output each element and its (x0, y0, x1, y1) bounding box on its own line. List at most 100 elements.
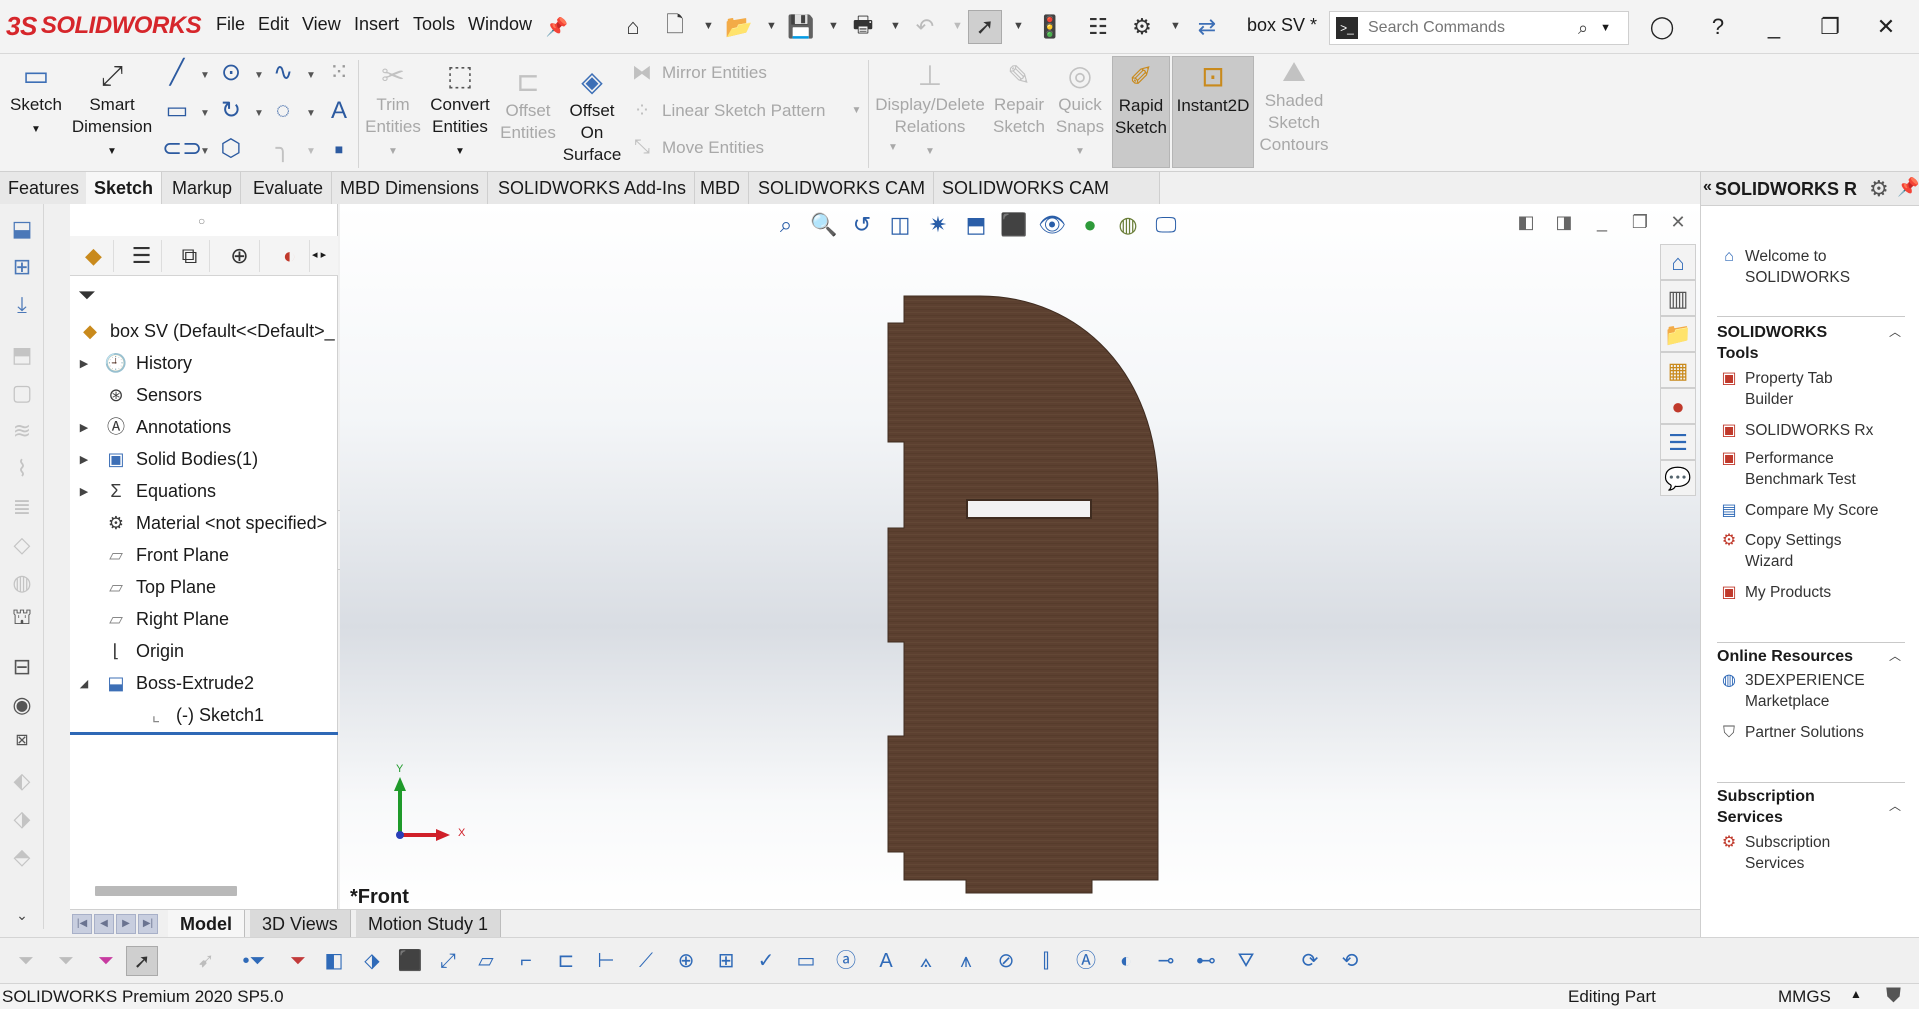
revolved-cut-icon[interactable]: ▢ (7, 378, 37, 408)
filter-centerline-icon[interactable]: ⊕ (670, 946, 702, 976)
dome-icon[interactable]: ⬘ (7, 842, 37, 872)
rectangle-icon[interactable]: ▭ (162, 96, 192, 126)
tree-item-boss-extrude2[interactable]: ◢ ⬓ Boss-Extrude2 (76, 668, 254, 698)
custom-properties-tab-icon[interactable]: ☰ (1660, 424, 1696, 460)
new-document-icon[interactable]: 🗋 (658, 10, 692, 44)
filter-blocks-icon[interactable]: ⫿ (1030, 946, 1062, 976)
restore-icon[interactable]: ❐ (1810, 10, 1850, 44)
clear-filters-icon[interactable]: ⏷ (50, 946, 82, 976)
spline-icon[interactable]: ∿ (268, 58, 298, 88)
filter-surface-finish-icon[interactable]: ✓ (750, 946, 782, 976)
save-icon[interactable]: 💾 (784, 10, 818, 44)
collapse-pane-icon[interactable]: « (1703, 178, 1712, 196)
options-gear-icon[interactable]: ⚙ (1125, 10, 1159, 44)
file-explorer-tab-icon[interactable]: 📁 (1660, 316, 1696, 352)
rapid-sketch-button[interactable]: ✐ Rapid Sketch (1112, 56, 1170, 168)
filter-dimensions-icon[interactable]: ⊞ (710, 946, 742, 976)
instant3d-icon[interactable]: ⊠ (7, 726, 37, 756)
sketch-button[interactable]: ▭ Sketch ▼ (6, 60, 66, 141)
tree-item-sensors[interactable]: ⊛ Sensors (76, 380, 202, 410)
line-caret-icon[interactable]: ▼ (200, 70, 210, 81)
filter-more-icon[interactable]: ⟲ (1334, 946, 1366, 976)
undo-caret-icon[interactable]: ▼ (952, 20, 963, 32)
quick-tips-icon[interactable]: ⛊ (1886, 985, 1901, 1008)
filter-weld-symbols-icon[interactable]: ⟑ (910, 946, 942, 976)
slot-caret-icon[interactable]: ▼ (200, 146, 210, 157)
menu-window[interactable]: Window (468, 14, 532, 35)
tab-model[interactable]: Model (168, 910, 245, 938)
polygon-icon[interactable]: ⬡ (216, 134, 246, 164)
text-icon[interactable]: A (324, 96, 354, 126)
new-caret-icon[interactable]: ▼ (703, 20, 714, 32)
tab-features[interactable]: Features (0, 172, 89, 204)
revolved-boss-icon[interactable]: ⊞ (7, 252, 37, 282)
menu-file[interactable]: File (216, 14, 245, 35)
copy-settings-wizard-link[interactable]: ⚙ Copy Settings Wizard (1717, 530, 1907, 572)
repair-sketch-button[interactable]: ✎ Repair Sketch (990, 60, 1048, 138)
display-delete-relations-button[interactable]: ⊥ Display/Delete Relations ▼ (872, 60, 988, 163)
select-all-filters-icon[interactable]: ⏷ (90, 946, 122, 976)
filter-sketch-segments-icon[interactable]: ⊏ (550, 946, 582, 976)
expand-icon[interactable]: ▶ (76, 421, 92, 434)
reference-geometry-icon[interactable]: ⊟ (7, 652, 37, 682)
curves-icon[interactable]: ◉ (7, 690, 37, 720)
tree-item-front-plane[interactable]: ▱ Front Plane (76, 540, 229, 570)
open-caret-icon[interactable]: ▼ (766, 20, 777, 32)
section-solidworks-tools[interactable]: SOLIDWORKS Tools ︿ (1717, 322, 1905, 364)
tab-solidworks-add-ins[interactable]: SOLIDWORKS Add-Ins (490, 172, 696, 204)
tab-markup[interactable]: Markup (164, 172, 242, 204)
filter-midpoints-icon[interactable]: ⊢ (590, 946, 622, 976)
fillet-feature-icon[interactable]: ◇ (7, 530, 37, 560)
filter-mate-icon[interactable]: ⟳ (1294, 946, 1326, 976)
task-pane-pin-icon[interactable]: 📌 (1897, 177, 1919, 198)
extruded-boss-icon[interactable]: ⬓ (7, 214, 37, 244)
filter-surface-bodies-icon[interactable]: ⬗ (356, 946, 388, 976)
tab-solidworks-cam-tbm[interactable]: SOLIDWORKS CAM TBM (934, 172, 1160, 230)
filter-edges-icon[interactable]: ⏷ (282, 946, 314, 976)
point-grid-icon[interactable]: ⁙ (324, 58, 354, 88)
tree-item-right-plane[interactable]: ▱ Right Plane (76, 604, 229, 634)
tree-item-top-plane[interactable]: ▱ Top Plane (76, 572, 216, 602)
property-tab-builder-link[interactable]: ▣ Property Tab Builder (1717, 368, 1907, 410)
tree-item-solid-bodies[interactable]: ▶ ▣ Solid Bodies(1) (76, 444, 258, 474)
expand-icon[interactable]: ▶ (76, 485, 92, 498)
tabs-scroll-icon[interactable]: ◂ ▸ (312, 248, 326, 261)
plane-sketch-icon[interactable]: ■ (324, 134, 354, 164)
file-properties-icon[interactable]: ☷ (1081, 10, 1115, 44)
fillet-icon[interactable]: ╮ (268, 134, 298, 164)
toggle-filter-icon[interactable]: ⏷ (10, 946, 42, 976)
open-icon[interactable]: 📂 (722, 10, 756, 44)
shaded-sketch-contours-button[interactable]: ⛰ Shaded Sketch Contours (1256, 56, 1332, 156)
welcome-link[interactable]: ⌂ Welcome to SOLIDWORKS (1717, 246, 1907, 288)
filter-solid-bodies-icon[interactable]: ⬛ (394, 946, 426, 976)
menu-insert[interactable]: Insert (354, 14, 399, 35)
select-caret-icon[interactable]: ▼ (1013, 20, 1024, 32)
expand-icon[interactable]: ▶ (76, 453, 92, 466)
units-status[interactable]: MMGS (1778, 987, 1831, 1007)
spline-caret-icon[interactable]: ▼ (306, 70, 316, 81)
part-profile[interactable] (887, 295, 1159, 894)
filter-sketch-points-icon[interactable]: ⌐ (510, 946, 542, 976)
search-caret-icon[interactable]: ▼ (1600, 22, 1611, 34)
filter-center-marks-icon[interactable]: ⟋ (630, 946, 662, 976)
help-icon[interactable]: ? (1698, 10, 1738, 44)
filter-cosmetic-threads-icon[interactable]: ⊘ (990, 946, 1022, 976)
menu-edit[interactable]: Edit (258, 14, 289, 35)
tab-sketch[interactable]: Sketch (86, 172, 163, 204)
pattern-feature-icon[interactable]: ◍ (7, 568, 37, 598)
swept-cut-icon[interactable]: ≋ (7, 416, 37, 446)
tab-mbd[interactable]: MBD (692, 172, 749, 204)
design-library-tab-icon[interactable]: ▥ (1660, 280, 1696, 316)
collapse-section-icon[interactable]: ︿ (1889, 322, 1901, 343)
user-account-icon[interactable]: ◯ (1642, 10, 1682, 44)
sync-icon[interactable]: ⇄ (1190, 10, 1224, 44)
expand-icon[interactable]: ▶ (76, 357, 92, 370)
tab-evaluate[interactable]: Evaluate (245, 172, 333, 204)
print-icon[interactable]: 🖶 (846, 10, 880, 44)
rebuild-icon[interactable]: 🚦 (1033, 10, 1067, 44)
compare-my-score-link[interactable]: ▤ Compare My Score (1717, 500, 1907, 521)
filter-icon[interactable]: ⏷ (78, 282, 96, 308)
tree-root[interactable]: ◆ box SV (Default<<Default>_ (76, 316, 335, 346)
panel-grip-icon[interactable]: ○ (198, 214, 205, 228)
circle-icon[interactable]: ⊙ (216, 58, 246, 88)
